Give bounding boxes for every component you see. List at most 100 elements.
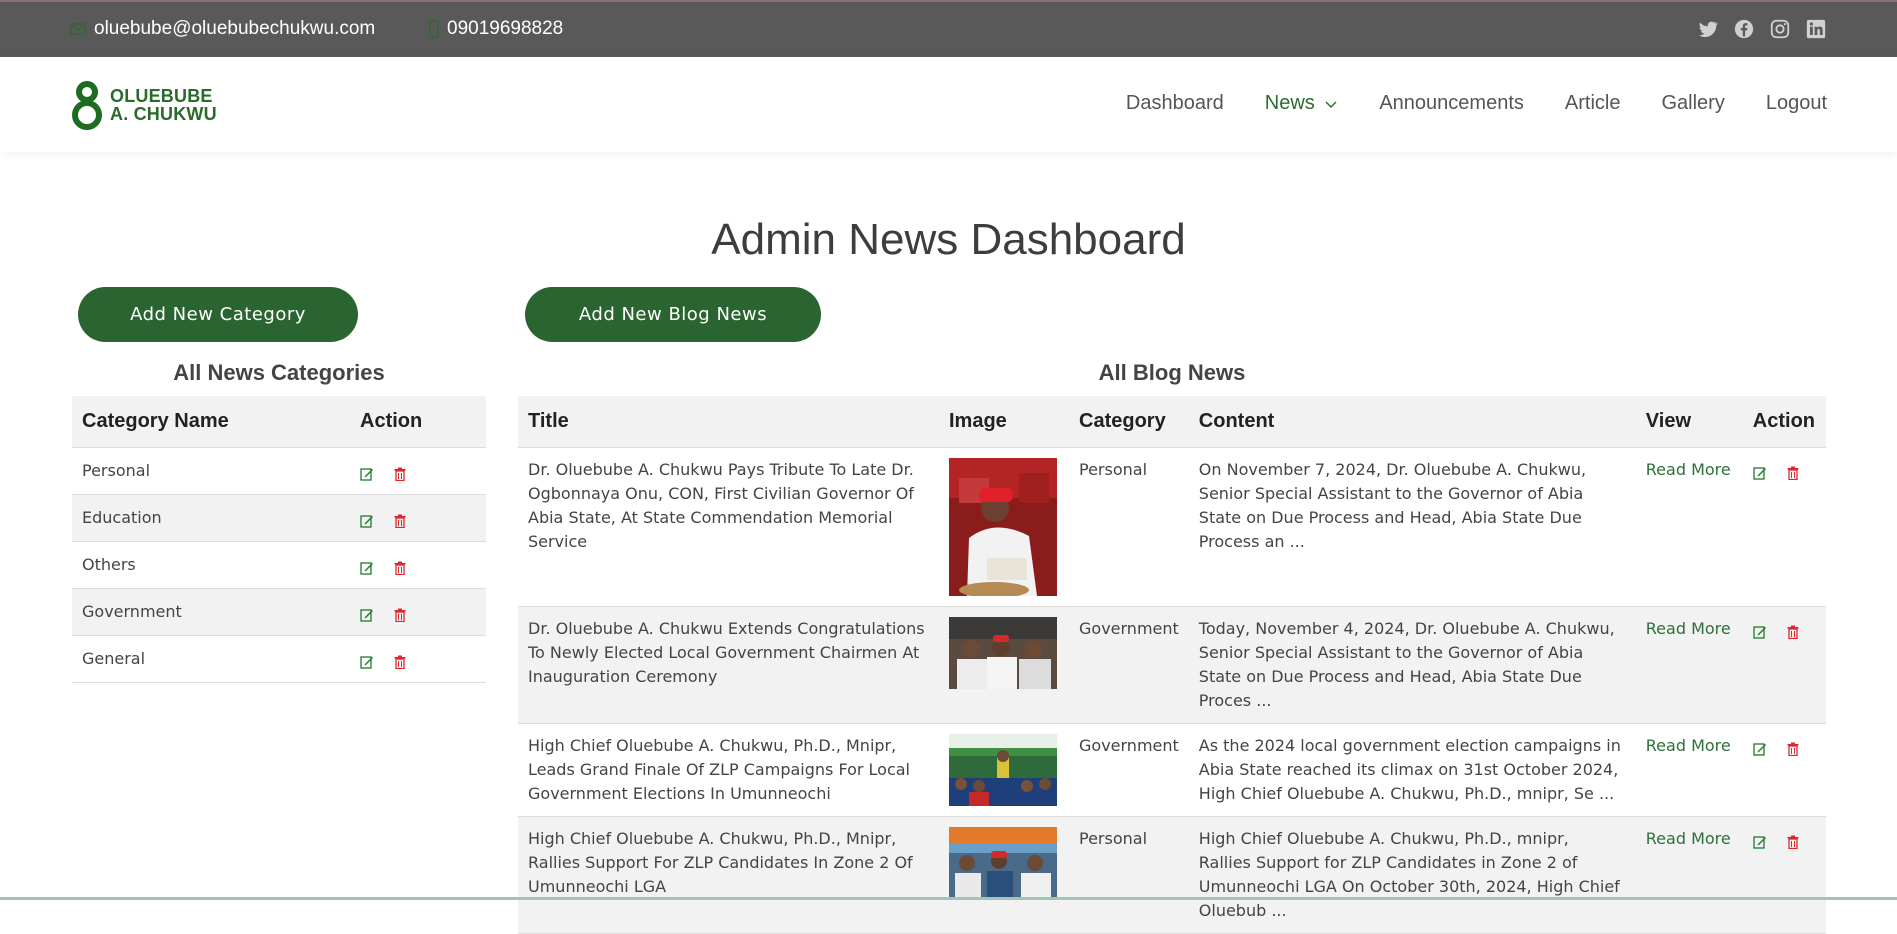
news-image-cell: [939, 723, 1069, 817]
col-content: Content: [1188, 396, 1636, 448]
delete-icon[interactable]: [393, 464, 409, 481]
blog-header-row: Title Image Category Content View Action: [518, 396, 1826, 448]
news-image-cell: [939, 606, 1069, 724]
delete-icon[interactable]: [1786, 463, 1802, 480]
nav-logout[interactable]: Logout: [1766, 92, 1827, 115]
table-row: Personal: [72, 447, 486, 495]
nav-news-label: News: [1264, 92, 1315, 114]
news-title: Dr. Oluebube A. Chukwu Pays Tribute To L…: [518, 447, 939, 607]
category-actions: [350, 447, 486, 495]
site-logo[interactable]: OLUEBUBE A. CHUKWU: [70, 77, 230, 133]
delete-icon[interactable]: [1786, 622, 1802, 639]
logo-line1: OLUEBUBE: [110, 86, 213, 106]
col-category-name: Category Name: [72, 396, 350, 448]
read-more-link[interactable]: Read More: [1646, 460, 1731, 479]
news-image-cell: [939, 816, 1069, 934]
delete-icon[interactable]: [393, 652, 409, 669]
main-header: OLUEBUBE A. CHUKWU Dashboard News Announ…: [0, 57, 1897, 152]
news-thumbnail[interactable]: [949, 617, 1057, 689]
col-view: View: [1635, 396, 1743, 448]
news-actions: [1742, 816, 1826, 934]
add-blog-news-button[interactable]: Add New Blog News: [525, 287, 821, 342]
blog-heading: All Blog News: [1098, 360, 1246, 385]
categories-header-row: Category Name Action: [72, 396, 486, 448]
table-row: Dr. Oluebube A. Chukwu Extends Congratul…: [518, 606, 1826, 724]
logo-line2: A. CHUKWU: [110, 104, 217, 124]
category-actions: [350, 588, 486, 636]
blog-news-table: Title Image Category Content View Action…: [518, 396, 1826, 934]
chevron-down-icon: [1325, 101, 1337, 108]
categories-table: Category Name Action Personal Education …: [72, 396, 486, 683]
categories-heading: All News Categories: [173, 360, 385, 385]
facebook-icon[interactable]: [1733, 18, 1755, 40]
news-image-cell: [939, 447, 1069, 607]
phone-contact[interactable]: 09019698828: [429, 16, 563, 42]
col-title: Title: [518, 396, 939, 448]
news-title: High Chief Oluebube A. Chukwu, Ph.D., Mn…: [518, 723, 939, 817]
edit-icon[interactable]: [360, 652, 376, 669]
instagram-icon[interactable]: [1769, 18, 1791, 40]
logo-mark-icon: [72, 81, 102, 130]
email-text: oluebube@oluebubechukwu.com: [94, 18, 376, 39]
news-thumbnail[interactable]: [949, 458, 1057, 596]
table-row: Others: [72, 541, 486, 589]
category-name: Education: [72, 494, 350, 542]
nav-announcements[interactable]: Announcements: [1379, 92, 1524, 115]
delete-icon[interactable]: [393, 558, 409, 575]
news-content: As the 2024 local government election ca…: [1188, 723, 1636, 817]
linkedin-icon[interactable]: [1805, 18, 1827, 40]
read-more-link[interactable]: Read More: [1646, 829, 1731, 848]
news-category: Government: [1069, 606, 1189, 724]
category-name: Others: [72, 541, 350, 589]
read-more-link[interactable]: Read More: [1646, 619, 1731, 638]
edit-icon[interactable]: [1753, 463, 1769, 480]
delete-icon[interactable]: [1786, 832, 1802, 849]
news-thumbnail[interactable]: [949, 734, 1057, 806]
edit-icon[interactable]: [1753, 622, 1769, 639]
category-actions: [350, 494, 486, 542]
delete-icon[interactable]: [1786, 739, 1802, 756]
news-category: Personal: [1069, 447, 1189, 607]
category-actions: [350, 541, 486, 589]
edit-icon[interactable]: [1753, 832, 1769, 849]
page-title: Admin News Dashboard: [711, 215, 1186, 264]
edit-icon[interactable]: [360, 605, 376, 622]
col-action: Action: [1742, 396, 1826, 448]
news-actions: [1742, 606, 1826, 724]
read-more-cell: Read More: [1635, 447, 1743, 607]
delete-icon[interactable]: [393, 511, 409, 528]
category-name: Government: [72, 588, 350, 636]
table-row: Government: [72, 588, 486, 636]
news-title: Dr. Oluebube A. Chukwu Extends Congratul…: [518, 606, 939, 724]
nav-news[interactable]: News: [1265, 92, 1339, 115]
edit-icon[interactable]: [360, 558, 376, 575]
delete-icon[interactable]: [393, 605, 409, 622]
nav-dashboard[interactable]: Dashboard: [1126, 92, 1224, 115]
edit-icon[interactable]: [360, 511, 376, 528]
col-category: Category: [1069, 396, 1189, 448]
news-content: Today, November 4, 2024, Dr. Oluebube A.…: [1188, 606, 1636, 724]
category-name: General: [72, 635, 350, 683]
read-more-cell: Read More: [1635, 816, 1743, 934]
table-row: Dr. Oluebube A. Chukwu Pays Tribute To L…: [518, 447, 1826, 607]
edit-icon[interactable]: [1753, 739, 1769, 756]
logo-text: OLUEBUBE A. CHUKWU: [110, 87, 217, 123]
email-contact[interactable]: oluebube@oluebubechukwu.com: [70, 16, 375, 42]
news-thumbnail[interactable]: [949, 827, 1057, 899]
nav-gallery[interactable]: Gallery: [1661, 92, 1724, 115]
twitter-icon[interactable]: [1697, 18, 1719, 40]
read-more-link[interactable]: Read More: [1646, 736, 1731, 755]
news-category: Government: [1069, 723, 1189, 817]
col-image: Image: [939, 396, 1069, 448]
news-content: On November 7, 2024, Dr. Oluebube A. Chu…: [1188, 447, 1636, 607]
category-actions: [350, 635, 486, 683]
add-category-button[interactable]: Add New Category: [78, 287, 358, 342]
mail-icon: [70, 23, 86, 35]
phone-icon: [429, 20, 439, 38]
news-title: High Chief Oluebube A. Chukwu, Ph.D., Mn…: [518, 816, 939, 934]
table-row: High Chief Oluebube A. Chukwu, Ph.D., Mn…: [518, 723, 1826, 817]
social-links: [1697, 18, 1827, 40]
table-row: General: [72, 635, 486, 683]
edit-icon[interactable]: [360, 464, 376, 481]
nav-article[interactable]: Article: [1565, 92, 1621, 115]
